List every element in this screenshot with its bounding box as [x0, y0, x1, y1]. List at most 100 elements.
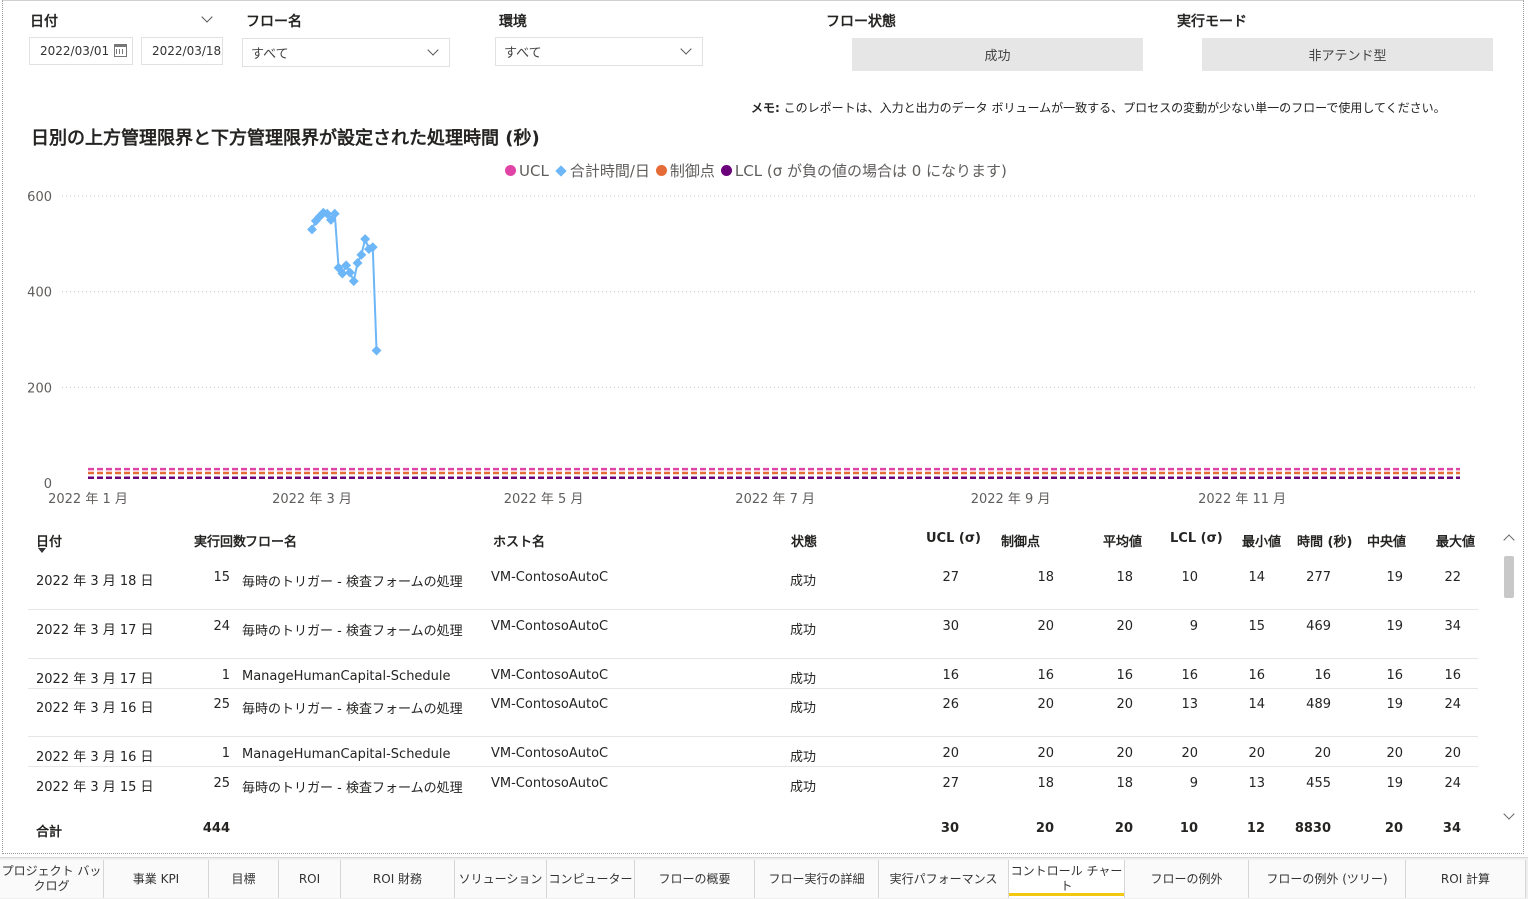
- cell-host: VM-ContosoAutoC: [491, 746, 609, 761]
- tab-10[interactable]: 実行パフォーマンス: [879, 860, 1009, 898]
- tab-9[interactable]: フロー実行の詳細: [755, 860, 879, 898]
- legend-label: 制御点: [669, 162, 715, 180]
- flow-name-select[interactable]: すべて: [242, 38, 450, 67]
- legend-item-lcl[interactable]: LCL (σ が負の値の場合は 0 になります): [720, 160, 1007, 181]
- column-header-state[interactable]: 状態: [791, 531, 817, 550]
- column-header-date[interactable]: 日付: [36, 531, 62, 550]
- y-tick-label: 600: [27, 190, 52, 205]
- column-header-avg[interactable]: 平均値: [1103, 531, 1142, 550]
- chart-title: 日別の上方管理限界と下方管理限界が設定された処理時間 (秒): [31, 128, 540, 149]
- column-header-min[interactable]: 最小値: [1242, 531, 1281, 550]
- cell-max: 24: [1444, 697, 1461, 712]
- cell-runs: 15: [213, 570, 230, 585]
- legend-swatch: [505, 165, 516, 176]
- legend-swatch: [655, 165, 667, 176]
- tab-7[interactable]: コンピューター: [547, 860, 635, 898]
- column-header-flow[interactable]: フロー名: [245, 531, 297, 550]
- y-tick-label: 0: [44, 477, 52, 492]
- legend-item-total-time[interactable]: 合計時間/日: [555, 160, 650, 181]
- tab-5[interactable]: ROI 財務: [341, 860, 455, 898]
- cell-flow: 毎時のトリガー - 検査フォームの処理: [242, 781, 463, 796]
- chevron-down-icon: [680, 43, 692, 55]
- cell-host: VM-ContosoAutoC: [491, 776, 609, 791]
- cell-flow: ManageHumanCapital-Schedule: [242, 747, 451, 762]
- cell-max: 20: [1444, 746, 1461, 761]
- tab-2[interactable]: 事業 KPI: [104, 860, 209, 898]
- environment-filter-label: 環境: [499, 14, 527, 30]
- end-date-input[interactable]: 2022/03/18: [141, 37, 223, 65]
- column-header-lcl[interactable]: LCL (σ): [1170, 531, 1223, 546]
- column-header-cp[interactable]: 制御点: [1001, 531, 1040, 550]
- legend-swatch: [555, 164, 567, 177]
- series-line-total-time: [311, 210, 378, 351]
- legend-label: UCL: [519, 161, 549, 180]
- y-tick-label: 200: [27, 381, 52, 396]
- report-note: メモ: このレポートは、入力と出力のデータ ボリュームが一致する、プロセスの変動…: [751, 99, 1446, 116]
- cell-max: 22: [1444, 570, 1461, 585]
- legend-swatch: [720, 165, 732, 176]
- cell-runs: 25: [213, 697, 230, 712]
- column-header-time[interactable]: 時間 (秒): [1297, 531, 1352, 550]
- total-max: 34: [1442, 821, 1461, 836]
- cell-max: 34: [1444, 619, 1461, 634]
- cell-runs: 1: [221, 668, 230, 683]
- cell-flow: ManageHumanCapital-Schedule: [242, 669, 451, 684]
- tab-6[interactable]: ソリューション: [455, 860, 547, 898]
- environment-value: すべて: [504, 46, 542, 61]
- total-runs: 444: [202, 821, 230, 836]
- tab-3[interactable]: 目標: [209, 860, 279, 898]
- cell-flow: 毎時のトリガー - 検査フォームの処理: [242, 575, 463, 590]
- cell-host: VM-ContosoAutoC: [491, 570, 609, 585]
- tab-11[interactable]: コントロール チャート: [1009, 860, 1125, 898]
- column-header-max[interactable]: 最大値: [1436, 531, 1475, 550]
- flow-name-filter-label: フロー名: [246, 14, 302, 30]
- x-tick-label: 2022 年 3 月: [272, 492, 352, 507]
- data-point: [360, 234, 371, 244]
- cell-host: VM-ContosoAutoC: [491, 668, 609, 683]
- legend-item-ucl[interactable]: UCL: [505, 162, 549, 180]
- flow-state-filter-label: フロー状態: [826, 14, 896, 30]
- row-divider: [28, 736, 1478, 737]
- tab-14[interactable]: ROI 計算: [1406, 860, 1526, 898]
- row-divider: [28, 688, 1478, 689]
- cell-runs: 24: [213, 619, 230, 634]
- legend-item-control-point[interactable]: 制御点: [655, 160, 715, 181]
- run-mode-filter-label: 実行モード: [1177, 14, 1247, 30]
- column-header-runs[interactable]: 実行回数: [194, 531, 246, 550]
- chevron-down-icon: [427, 44, 439, 56]
- note-prefix: メモ:: [751, 101, 780, 115]
- x-tick-label: 2022 年 1 月: [48, 492, 128, 507]
- legend-label: LCL (σ が負の値の場合は 0 になります): [734, 162, 1007, 180]
- data-point: [348, 276, 359, 287]
- calendar-icon[interactable]: [114, 44, 127, 57]
- run-mode-chip[interactable]: 非アテンド型: [1202, 38, 1493, 71]
- data-point: [371, 345, 382, 356]
- column-header-host[interactable]: ホスト名: [493, 531, 545, 550]
- cell-runs: 1: [221, 746, 230, 761]
- x-tick-label: 2022 年 9 月: [971, 492, 1051, 507]
- page-tabs: プロジェクト バックログ 事業 KPI 目標 ROI ROI 財務 ソリューション コンピュ…: [0, 857, 1528, 899]
- start-date-input[interactable]: 2022/03/01: [29, 37, 133, 65]
- data-point: [307, 224, 317, 235]
- y-tick-label: 400: [27, 286, 52, 301]
- flow-name-value: すべて: [251, 47, 289, 62]
- x-tick-label: 2022 年 7 月: [735, 492, 815, 507]
- tab-1[interactable]: プロジェクト バックログ: [0, 860, 104, 898]
- data-point: [356, 249, 367, 260]
- tab-13[interactable]: フローの例外 (ツリー): [1249, 860, 1406, 898]
- start-date-value: 2022/03/01: [40, 44, 110, 58]
- tab-8[interactable]: フローの概要: [635, 860, 755, 898]
- x-tick-label: 2022 年 11 月: [1198, 492, 1286, 507]
- cell-max: 24: [1444, 776, 1461, 791]
- scroll-thumb[interactable]: [1504, 556, 1514, 598]
- end-date-value: 2022/03/18: [152, 44, 222, 58]
- tab-4[interactable]: ROI: [279, 860, 341, 898]
- column-header-ucl[interactable]: UCL (σ): [926, 531, 981, 546]
- flow-state-chip[interactable]: 成功: [852, 38, 1143, 71]
- column-header-median[interactable]: 中央値: [1367, 531, 1406, 550]
- x-tick-label: 2022 年 5 月: [504, 492, 584, 507]
- environment-select[interactable]: すべて: [495, 37, 703, 66]
- tab-12[interactable]: フローの例外: [1125, 860, 1249, 898]
- row-divider: [28, 658, 1478, 659]
- cell-host: VM-ContosoAutoC: [491, 697, 609, 712]
